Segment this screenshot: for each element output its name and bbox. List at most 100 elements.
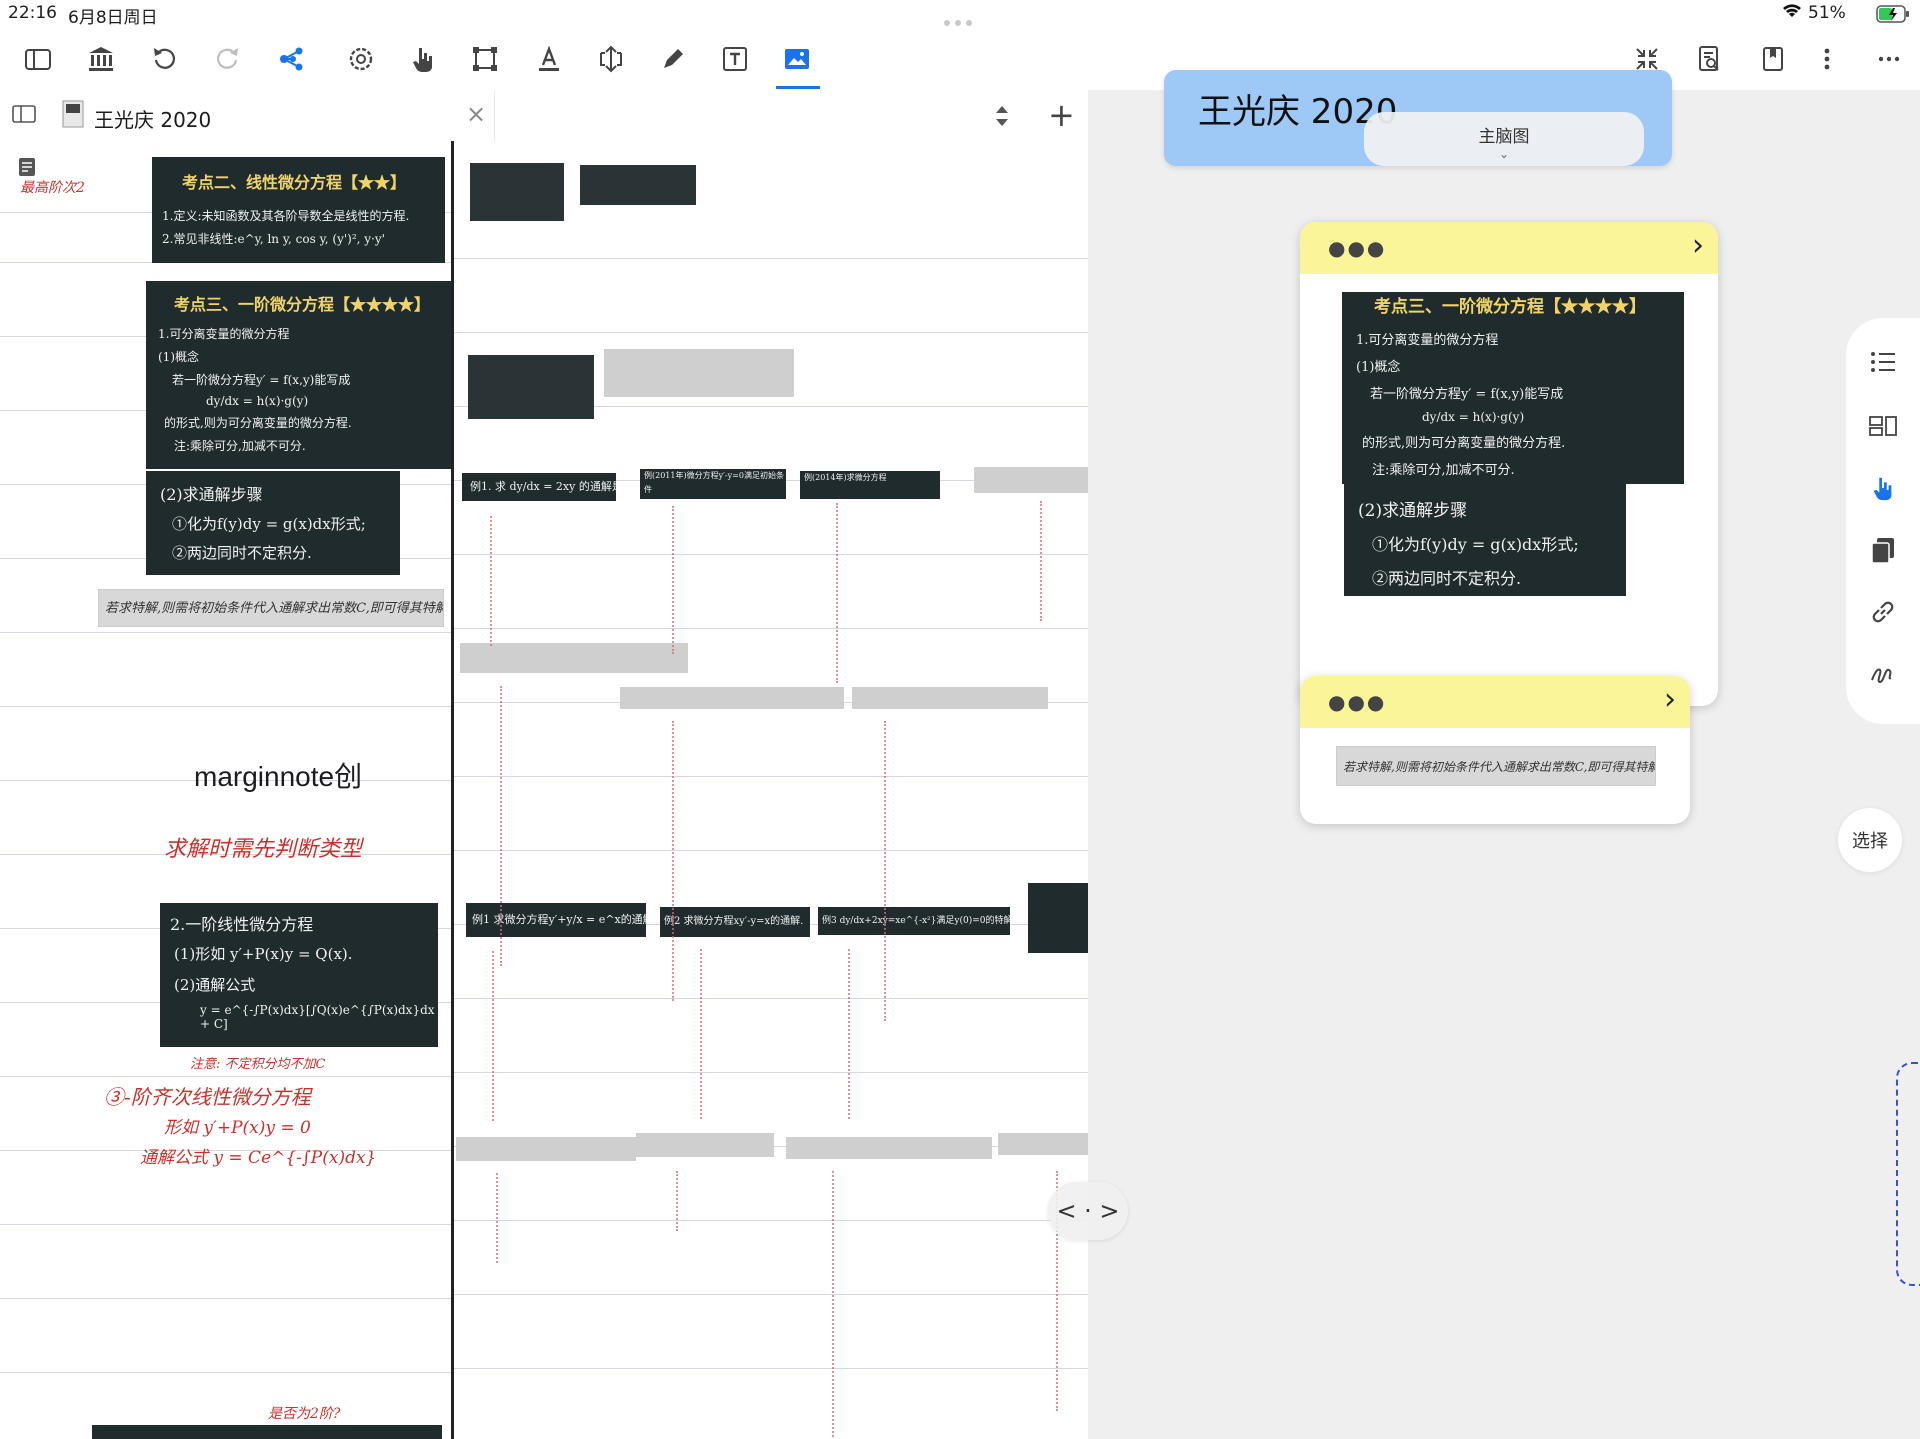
layout-icon[interactable]: [1865, 408, 1901, 444]
excerpt-linear-equation[interactable]: 考点二、线性微分方程【★★】 1.定义:未知函数及其各阶导数全是线性的方程. 2…: [152, 157, 445, 263]
excerpt-title: 考点三、一阶微分方程【★★★★】: [174, 295, 431, 314]
example-label[interactable]: 例(2014年)求微分方程: [800, 471, 940, 499]
select-button[interactable]: 选择: [1838, 808, 1902, 872]
rule-line: [454, 332, 1088, 333]
selection-frame[interactable]: [1896, 1062, 1920, 1286]
example-image[interactable]: [620, 687, 844, 709]
page-nav-control[interactable]: < · >: [1048, 1182, 1128, 1240]
rule-line: [454, 998, 1088, 999]
excerpt-line: 1.可分离变量的微分方程: [158, 327, 290, 341]
example-image[interactable]: [998, 1133, 1088, 1155]
excerpt-cut-off[interactable]: [92, 1425, 442, 1439]
copy-icon[interactable]: [1865, 532, 1901, 568]
example-label[interactable]: 例(2011年)微分方程y′-y=0满足初始条件: [640, 469, 786, 499]
resize-arrows-icon[interactable]: [590, 40, 632, 78]
card-excerpt-steps: (2)求通解步骤 ①化为f(y)dy = g(x)dx形式; ②两边同时不定积分…: [1344, 484, 1626, 596]
excerpt-line: 1.定义:未知函数及其各阶导数全是线性的方程.: [162, 209, 410, 223]
image-capture-icon[interactable]: [776, 40, 818, 78]
handwriting-stroke: [836, 503, 838, 683]
close-tab-button[interactable]: ×: [466, 100, 486, 128]
example-image[interactable]: [470, 163, 564, 221]
bookmark-icon[interactable]: [1752, 40, 1794, 78]
handwriting-icon[interactable]: [1865, 656, 1901, 692]
excerpt-solve-steps[interactable]: (2)求通解步骤 ①化为f(y)dy = g(x)dx形式; ②两边同时不定积分…: [146, 471, 400, 575]
hand-annotation: 是否为2阶?: [268, 1406, 341, 1422]
mindmap-canvas[interactable]: 王光庆 2020 主脑图 ⌄ ●●● › 考点三、一阶微分方程【★★★★】 1.…: [1088, 70, 1920, 1439]
multitask-dots-icon[interactable]: [944, 11, 978, 26]
example-image[interactable]: [604, 349, 794, 397]
mindmap-card[interactable]: ●●● › 若求特解,则需将初始条件代入通解求出常数C,即可得其特解.: [1300, 676, 1690, 824]
handwritten-text-label[interactable]: marginnote创: [194, 755, 362, 795]
library-icon[interactable]: [80, 40, 122, 78]
example-image[interactable]: [1028, 883, 1088, 953]
rule-line: [0, 706, 452, 707]
example-image[interactable]: [468, 355, 594, 419]
excerpt-line: 2.常见非线性:e^y, ln y, cos y, (y')², y·y': [162, 232, 385, 246]
excerpt-first-order[interactable]: 考点三、一阶微分方程【★★★★】 1.可分离变量的微分方程 (1)概念 若一阶微…: [146, 281, 451, 469]
hand-annotation: 最高阶次2: [20, 180, 85, 196]
sidebar-icon[interactable]: [16, 40, 58, 78]
mindmap-selector[interactable]: 主脑图 ⌄: [1364, 112, 1644, 166]
split-view-icon[interactable]: [12, 104, 36, 128]
example-image[interactable]: [786, 1137, 992, 1159]
example-label[interactable]: 例1. 求 dy/dx = 2xy 的通解是: [462, 473, 616, 501]
card-excerpt-line: ②两边同时不定积分.: [1372, 569, 1522, 588]
status-date: 6月8日周日: [68, 8, 158, 28]
mindmap-share-icon[interactable]: [270, 40, 312, 78]
outline-list-icon[interactable]: [1865, 344, 1901, 380]
more-dots-icon[interactable]: ●●●: [1328, 690, 1386, 714]
document-canvas[interactable]: 考点二、线性微分方程【★★】 1.定义:未知函数及其各阶导数全是线性的方程. 2…: [0, 141, 1088, 1439]
excerpt-line: 若一阶微分方程y′ = f(x,y)能写成: [172, 373, 351, 387]
example-image[interactable]: [456, 1137, 636, 1161]
pen-icon[interactable]: [652, 40, 694, 78]
textbox-icon[interactable]: [714, 40, 756, 78]
document-title: 王光庆 2020: [94, 108, 212, 132]
wifi-icon: [1782, 3, 1802, 23]
example-label[interactable]: 例3 dy/dx+2xy=xe^{-x²}满足y(0)=0的特解是: [818, 907, 1010, 935]
excerpt-linear-first-order[interactable]: 2.一阶线性微分方程 (1)形如 y′+P(x)y = Q(x). (2)通解公…: [160, 903, 438, 1047]
example-image[interactable]: [636, 1133, 774, 1157]
active-tool-indicator: [776, 86, 820, 89]
more-vertical-icon[interactable]: [1806, 40, 1848, 78]
sort-arrows-icon[interactable]: [992, 104, 1012, 132]
chevron-right-icon[interactable]: ›: [1664, 682, 1676, 717]
example-label[interactable]: 例2 求微分方程xy′-y=x的通解.: [660, 907, 810, 937]
excerpt-line: 的形式,则为可分离变量的微分方程.: [164, 416, 352, 430]
handwriting-stroke: [832, 1171, 834, 1439]
rule-line: [454, 1294, 1088, 1295]
card-excerpt-title: (2)求通解步骤: [1358, 501, 1468, 521]
chevron-down-icon: ⌄: [1498, 147, 1510, 161]
hand-pointer-icon[interactable]: [402, 40, 444, 78]
card-excerpt-line: (1)概念: [1356, 360, 1401, 375]
particular-solution-note[interactable]: 若求特解,则需将初始条件代入通解求出常数C,即可得其特解.: [98, 589, 444, 627]
excerpt-line: 注:乘除可分,加减不可分.: [174, 439, 306, 453]
settings-gear-icon[interactable]: [340, 40, 382, 78]
example-image[interactable]: [460, 643, 688, 673]
search-doc-icon[interactable]: [1688, 40, 1730, 78]
example-image[interactable]: [974, 467, 1088, 493]
rule-line: [454, 1368, 1088, 1369]
book-thumbnail-icon: [62, 100, 84, 132]
hand-pointer-icon[interactable]: [1865, 470, 1901, 506]
rule-line: [454, 1072, 1088, 1073]
redo-icon[interactable]: [206, 40, 248, 78]
handwriting-stroke: [672, 721, 674, 1001]
undo-icon[interactable]: [144, 40, 186, 78]
rule-line: [0, 1298, 452, 1299]
example-label[interactable]: 例1 求微分方程y′+y/x = e^x的通解.: [466, 903, 646, 937]
card-note: 若求特解,则需将初始条件代入通解求出常数C,即可得其特解.: [1336, 746, 1656, 786]
text-highlight-icon[interactable]: [528, 40, 570, 78]
more-horizontal-icon[interactable]: [1868, 40, 1910, 78]
document-tab[interactable]: 王光庆 2020 ×: [0, 90, 495, 142]
link-icon[interactable]: [1865, 594, 1901, 630]
add-tab-button[interactable]: +: [1048, 96, 1075, 134]
chevron-right-icon[interactable]: ›: [1692, 228, 1704, 263]
excerpt-line: ②两边同时不定积分.: [172, 544, 312, 562]
mindmap-card[interactable]: ●●● › 考点三、一阶微分方程【★★★★】 1.可分离变量的微分方程 (1)概…: [1300, 222, 1718, 706]
example-image[interactable]: [852, 687, 1048, 709]
handwriting-stroke: [676, 1171, 678, 1231]
rule-line: [0, 1372, 452, 1373]
example-image[interactable]: [580, 165, 696, 205]
more-dots-icon[interactable]: ●●●: [1328, 236, 1386, 260]
select-frame-icon[interactable]: [464, 40, 506, 78]
